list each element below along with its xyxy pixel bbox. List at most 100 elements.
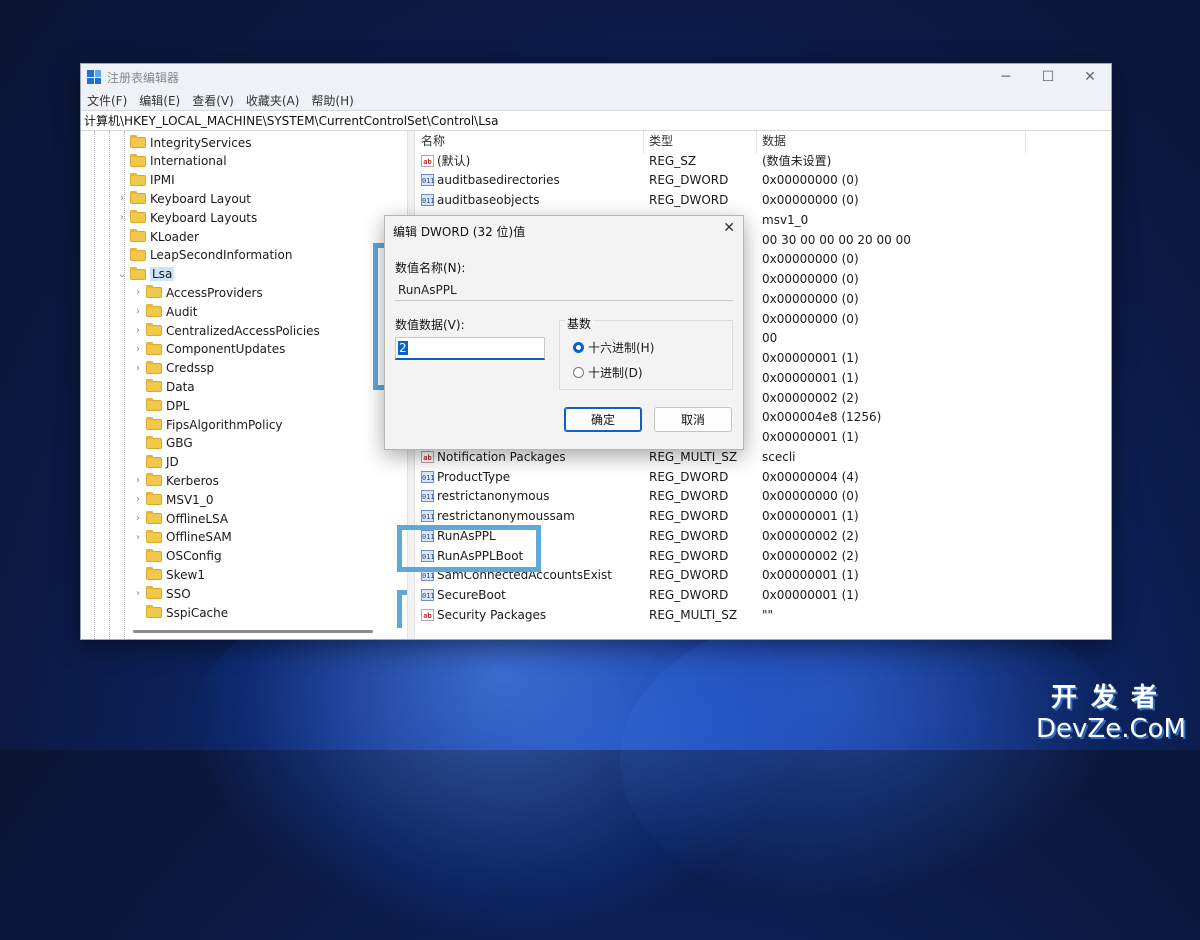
chevron-down-icon[interactable]: ⌄ (117, 269, 127, 280)
chevron-right-icon[interactable]: › (133, 513, 143, 524)
value-type: REG_DWORD (649, 509, 729, 523)
value-row[interactable]: 011 restrictanonymous REG_DWORD 0x00000000 … (415, 487, 1111, 506)
value-row[interactable]: ab Notification Packages REG_MULTI_SZ scecl… (415, 447, 1111, 466)
tree-item[interactable]: IPMI (117, 171, 175, 190)
menu-favorites[interactable]: 收藏夹(A) (246, 92, 300, 109)
menu-view[interactable]: 查看(V) (192, 92, 234, 109)
column-header-type[interactable]: 类型 (649, 131, 673, 150)
tree-item[interactable]: › ComponentUpdates (133, 340, 285, 359)
value-type: REG_DWORD (649, 173, 729, 188)
value-data-input[interactable]: 2 (395, 337, 545, 360)
tree-item[interactable]: › SSO (133, 584, 191, 603)
tree-item[interactable]: DPL (133, 396, 189, 415)
value-name: 011 RunAsPPLBoot (421, 546, 523, 565)
tree-item-label: IPMI (150, 173, 175, 188)
folder-icon (146, 586, 162, 600)
value-name-label: 数值名称(N): (395, 261, 466, 275)
tree-item[interactable]: LeapSecondInformation (117, 246, 292, 265)
chevron-right-icon[interactable]: › (133, 363, 143, 374)
tree-item[interactable]: › OfflineSAM (133, 528, 232, 547)
value-row[interactable]: 011 ProductType REG_DWORD 0x00000004 (4) (415, 467, 1111, 486)
close-button[interactable]: ✕ (1069, 64, 1111, 90)
tree-item[interactable]: IntegrityServices (117, 133, 252, 152)
value-row[interactable]: ab (默认) REG_SZ (数值未设置) (415, 151, 1111, 170)
value-data: 0x00000001 (1) (762, 370, 859, 385)
tree-item-label: CentralizedAccessPolicies (166, 323, 320, 338)
chevron-right-icon[interactable]: › (133, 287, 143, 298)
tree-item[interactable]: KLoader (117, 227, 199, 246)
value-row[interactable]: 011 SamConnectedAccountsExist REG_DWORD 0x0… (415, 566, 1111, 585)
chevron-right-icon[interactable]: › (133, 475, 143, 486)
value-name-text: Notification Packages (437, 449, 566, 464)
value-type: REG_DWORD (649, 469, 729, 484)
tree-item[interactable]: › OfflineLSA (133, 509, 228, 528)
tree-item[interactable]: JD (133, 453, 179, 472)
chevron-right-icon[interactable]: › (117, 212, 127, 223)
chevron-right-icon[interactable]: › (117, 193, 127, 204)
ok-button[interactable]: 确定 (564, 407, 642, 432)
menu-file[interactable]: 文件(F) (87, 92, 127, 109)
value-row[interactable]: 011 auditbaseobjects REG_DWORD 0x00000000 (… (415, 191, 1111, 210)
minimize-button[interactable]: ─ (985, 64, 1027, 90)
address-bar[interactable]: 计算机\HKEY_LOCAL_MACHINE\SYSTEM\CurrentCon… (81, 110, 1111, 131)
tree-item[interactable]: › AccessProviders (133, 283, 263, 302)
tree-item[interactable]: Skew1 (133, 565, 205, 584)
tree-item[interactable]: GBG (133, 434, 193, 453)
watermark-line1: 开发者 (1051, 683, 1172, 713)
value-name-field[interactable]: RunAsPPL (395, 279, 733, 301)
watermark-line2: DevZe.CoM (1036, 714, 1186, 744)
tree-item[interactable]: › Audit (133, 302, 197, 321)
cancel-button[interactable]: 取消 (654, 407, 732, 432)
tree-item-label: Credssp (166, 361, 215, 376)
tree-item[interactable]: International (117, 152, 227, 171)
menu-edit[interactable]: 编辑(E) (139, 92, 180, 109)
value-data: 0x00000000 (0) (762, 291, 859, 306)
chevron-right-icon[interactable]: › (133, 532, 143, 543)
tree-item[interactable]: SspiCache (133, 603, 228, 622)
tree-item[interactable]: › Keyboard Layouts (117, 208, 257, 227)
tree-item-label: FipsAlgorithmPolicy (166, 417, 283, 432)
folder-icon (130, 229, 146, 242)
chevron-right-icon[interactable]: › (133, 344, 143, 355)
tree-item[interactable]: › CentralizedAccessPolicies (133, 321, 320, 340)
key-tree[interactable]: IntegrityServices International IPMI › Keybo… (81, 131, 408, 639)
value-row[interactable]: ab Security Packages REG_MULTI_SZ "" (415, 605, 1111, 624)
value-row[interactable]: 011 auditbasedirectories REG_DWORD 0x000000… (415, 171, 1111, 190)
tree-item[interactable]: › Keyboard Layout (117, 189, 251, 208)
tree-horizontal-scrollbar[interactable] (133, 630, 373, 633)
tree-item[interactable]: › Credssp (133, 359, 214, 378)
value-row[interactable]: 011 restrictanonymoussam REG_DWORD 0x000000… (415, 507, 1111, 526)
tree-item[interactable]: Data (133, 377, 195, 396)
radio-decimal[interactable]: 十进制(D) (573, 363, 643, 381)
menu-help[interactable]: 帮助(H) (311, 92, 353, 109)
tree-item[interactable]: › MSV1_0 (133, 490, 213, 509)
column-header-data[interactable]: 数据 (762, 131, 786, 150)
folder-icon (130, 172, 146, 186)
value-data: msv1_0 (762, 212, 809, 227)
value-name: 011 ProductType (421, 467, 510, 486)
tree-item[interactable]: › Kerberos (133, 471, 219, 490)
value-name: 011 SecureBoot (421, 586, 506, 605)
folder-icon (146, 435, 162, 449)
folder-icon (130, 210, 146, 224)
value-row[interactable]: 011 RunAsPPLBoot REG_DWORD 0x00000002 (2) (415, 546, 1111, 565)
column-header-name[interactable]: 名称 (421, 131, 445, 150)
value-row[interactable]: 011 RunAsPPL REG_DWORD 0x00000002 (2) (415, 526, 1111, 545)
chevron-right-icon[interactable]: › (133, 494, 143, 505)
tree-item-label: IntegrityServices (150, 135, 252, 150)
value-row[interactable]: 011 SecureBoot REG_DWORD 0x00000001 (1) (415, 586, 1111, 605)
tree-item[interactable]: OSConfig (133, 547, 222, 566)
chevron-right-icon[interactable]: › (133, 306, 143, 317)
chevron-right-icon[interactable]: › (133, 325, 143, 336)
chevron-right-icon[interactable]: › (133, 588, 143, 599)
dialog-close-icon[interactable]: ✕ (723, 220, 735, 236)
radio-hexadecimal[interactable]: 十六进制(H) (573, 338, 654, 356)
maximize-button[interactable]: ☐ (1027, 64, 1069, 90)
value-type: REG_DWORD (649, 548, 729, 563)
tree-item-label: Audit (166, 304, 198, 319)
tree-item[interactable]: FipsAlgorithmPolicy (133, 415, 283, 434)
value-data: 0x00000002 (2) (762, 528, 859, 543)
folder-icon (146, 285, 162, 299)
folder-icon (146, 398, 162, 412)
tree-item[interactable]: ⌄ Lsa (117, 265, 175, 284)
